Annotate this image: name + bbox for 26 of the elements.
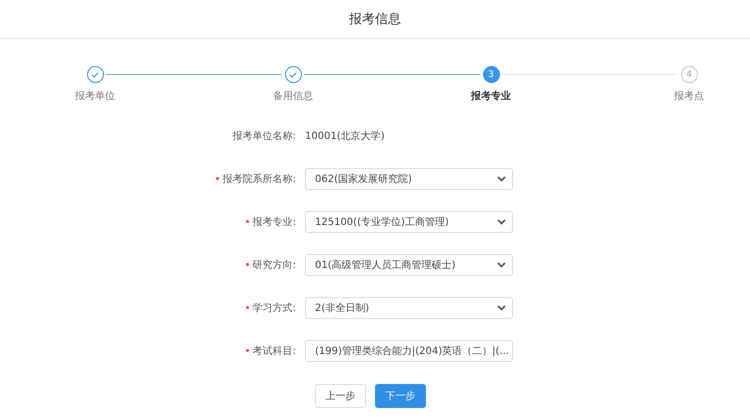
field-label: 报考专业:	[0, 215, 305, 229]
field-label: 研究方向:	[0, 258, 305, 272]
field-label: 考试科目:	[0, 344, 305, 358]
select-field[interactable]: 01(高级管理人员工商管理硕士)	[305, 254, 513, 276]
field-label: 报考单位名称:	[232, 130, 297, 143]
select-field[interactable]: 125100((专业学位)工商管理)	[305, 211, 513, 233]
field-label: 报考院系所名称:	[0, 172, 305, 186]
chevron-down-icon	[497, 305, 506, 311]
field-value: 10001(北京大学)	[305, 130, 385, 143]
chevron-down-icon	[497, 176, 506, 182]
select-field[interactable]: (199)管理类综合能力|(204)英语（二）|(...	[305, 340, 513, 362]
chevron-down-icon	[497, 219, 506, 225]
check-icon	[91, 72, 99, 78]
select-field[interactable]: 2(非全日制)	[305, 297, 513, 319]
back-button[interactable]: 上一步	[315, 384, 366, 408]
select-field[interactable]: 062(国家发展研究院)	[305, 168, 513, 190]
step-number: 3	[482, 66, 500, 83]
page-title: 报考信息	[349, 11, 401, 28]
step-label: 报考单位	[75, 90, 115, 103]
step-label: 报考点	[674, 90, 704, 103]
field-label: 学习方式:	[0, 301, 305, 315]
step-number: 4	[680, 66, 698, 83]
chevron-down-icon	[497, 262, 506, 268]
step-label: 备用信息	[273, 90, 313, 103]
check-icon	[289, 72, 297, 78]
step-label: 报考专业	[471, 90, 511, 103]
